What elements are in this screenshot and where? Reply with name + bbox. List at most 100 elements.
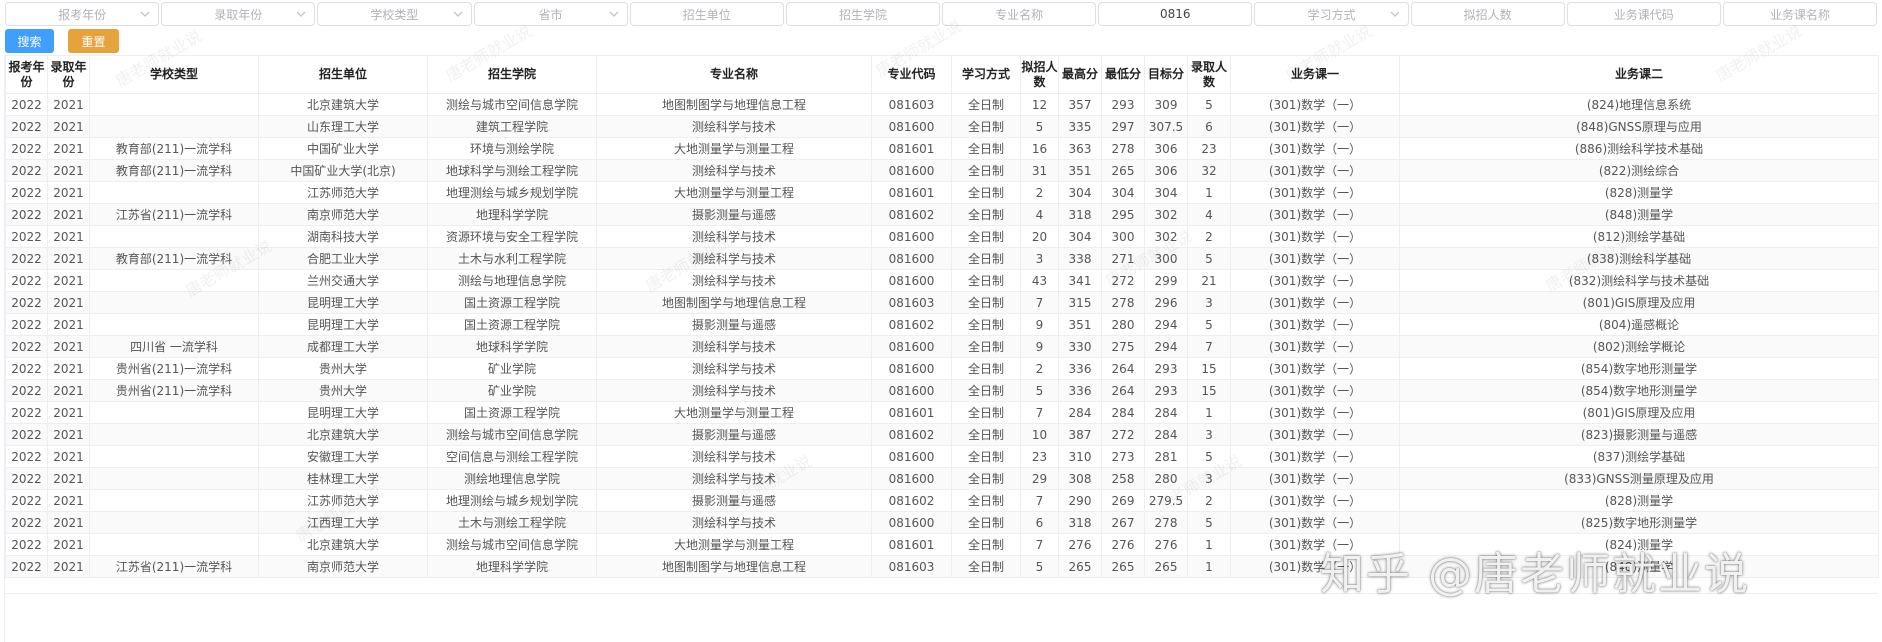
chevron-down-icon bbox=[1390, 11, 1400, 17]
table-cell: (804)遥感概论 bbox=[1399, 313, 1879, 336]
filter-field[interactable]: 录取年份 bbox=[161, 2, 316, 26]
column-header[interactable]: 报考年份 bbox=[5, 55, 48, 94]
column-header[interactable]: 学校类型 bbox=[89, 55, 259, 94]
table-row[interactable]: 2022 2021 昆明理工大学 国土资源工程学院 大地测量学与测量工程 081601 全日… bbox=[5, 401, 1879, 424]
table-cell: 32 bbox=[1187, 159, 1231, 182]
column-header[interactable]: 招生学院 bbox=[427, 55, 597, 94]
table-cell: 成都理工大学 bbox=[258, 335, 428, 358]
table-row[interactable]: 2022 2021 湖南科技大学 资源环境与安全工程学院 测绘科学与技术 081600 全日… bbox=[5, 225, 1879, 248]
table-cell: 国土资源工程学院 bbox=[427, 401, 597, 424]
filter-field[interactable]: 0816 bbox=[1098, 2, 1253, 26]
table-row[interactable]: 2022 2021 四川省 一流学科 成都理工大学 地球科学学院 测绘科学与技术 08160… bbox=[5, 335, 1879, 358]
column-header[interactable]: 拟招人数 bbox=[1020, 55, 1059, 94]
table-cell: (833)GNSS测量原理及应用 bbox=[1399, 467, 1879, 490]
table-cell bbox=[89, 291, 259, 314]
filter-field[interactable]: 拟招人数 bbox=[1410, 2, 1565, 26]
table-cell: 2022 bbox=[5, 379, 48, 402]
table-cell: 昆明理工大学 bbox=[258, 313, 428, 336]
table-cell: (301)数学（一） bbox=[1230, 93, 1400, 116]
filter-field[interactable]: 报考年份 bbox=[5, 2, 160, 26]
table-cell: 北京建筑大学 bbox=[258, 533, 428, 556]
table-cell: 6 bbox=[1187, 115, 1231, 138]
filter-field[interactable]: 招生学院 bbox=[785, 2, 941, 26]
filter-field[interactable]: 学校类型 bbox=[317, 2, 472, 26]
table-cell: 2022 bbox=[5, 423, 48, 446]
table-row[interactable]: 2022 2021 北京建筑大学 测绘与城市空间信息学院 地图制图学与地理信息工程 081… bbox=[5, 93, 1879, 116]
reset-button[interactable]: 重置 bbox=[68, 29, 119, 53]
column-header[interactable]: 专业名称 bbox=[596, 55, 872, 94]
filter-field[interactable]: 省市 bbox=[473, 2, 628, 26]
column-header[interactable]: 最高分 bbox=[1058, 55, 1102, 94]
table-cell: 31 bbox=[1020, 159, 1059, 182]
table-row[interactable]: 2022 2021 教育部(211)一流学科 中国矿业大学(北京) 地球科学与测绘工程学… bbox=[5, 159, 1879, 182]
zhihu-watermark-logo: 知乎 @唐老师就业说 bbox=[1320, 549, 1750, 600]
table-cell: 280 bbox=[1144, 467, 1188, 490]
table-row[interactable]: 2022 2021 贵州省(211)一流学科 贵州大学 矿业学院 测绘科学与技术 08160… bbox=[5, 357, 1879, 380]
table-cell: (301)数学（一） bbox=[1230, 401, 1400, 424]
column-header[interactable]: 目标分 bbox=[1144, 55, 1188, 94]
table-cell: 336 bbox=[1058, 357, 1102, 380]
table-row[interactable]: 2022 2021 安徽理工大学 空间信息与测绘工程学院 测绘科学与技术 081600 全日… bbox=[5, 445, 1879, 468]
table-cell: 2021 bbox=[47, 115, 90, 138]
table-row[interactable]: 2022 2021 江西理工大学 土木与测绘工程学院 测绘科学与技术 081600 全日制 6… bbox=[5, 511, 1879, 534]
table-cell: 15 bbox=[1187, 357, 1231, 380]
table-row[interactable]: 2022 2021 教育部(211)一流学科 中国矿业大学 环境与测绘学院 大地测量学与测… bbox=[5, 137, 1879, 160]
table-cell: 地理测绘与城乡规划学院 bbox=[427, 181, 597, 204]
table-cell bbox=[89, 225, 259, 248]
filter-field[interactable]: 专业名称 bbox=[942, 2, 1097, 26]
filter-field[interactable]: 招生单位 bbox=[629, 2, 784, 26]
table-cell: (301)数学（一） bbox=[1230, 423, 1400, 446]
table-row[interactable]: 2022 2021 教育部(211)一流学科 合肥工业大学 土木与水利工程学院 测绘科学与… bbox=[5, 247, 1879, 270]
filter-placeholder: 专业名称 bbox=[995, 7, 1044, 22]
table-row[interactable]: 2022 2021 贵州省(211)一流学科 贵州大学 矿业学院 测绘科学与技术 08160… bbox=[5, 379, 1879, 402]
table-row[interactable]: 2022 2021 江苏省(211)一流学科 南京师范大学 地理科学学院 摄影测量与遥感 0… bbox=[5, 203, 1879, 226]
table-cell bbox=[89, 181, 259, 204]
table-cell: (301)数学（一） bbox=[1230, 291, 1400, 314]
table-row[interactable]: 2022 2021 山东理工大学 建筑工程学院 测绘科学与技术 081600 全日制 5 335… bbox=[5, 115, 1879, 138]
column-header[interactable]: 业务课一 bbox=[1230, 55, 1400, 94]
table-cell: 全日制 bbox=[951, 445, 1021, 468]
column-header[interactable]: 业务课二 bbox=[1399, 55, 1879, 94]
table-cell: 081602 bbox=[871, 203, 952, 226]
table-cell: 大地测量学与测量工程 bbox=[596, 533, 872, 556]
search-button[interactable]: 搜索 bbox=[5, 29, 54, 53]
column-header[interactable]: 录取年份 bbox=[47, 55, 90, 94]
table-row[interactable]: 2022 2021 昆明理工大学 国土资源工程学院 地图制图学与地理信息工程 081603… bbox=[5, 291, 1879, 314]
table-cell: 2022 bbox=[5, 555, 48, 578]
table-cell: 7 bbox=[1020, 533, 1059, 556]
table-cell: 276 bbox=[1144, 533, 1188, 556]
table-body: 2022 2021 北京建筑大学 测绘与城市空间信息学院 地图制图学与地理信息工程 081… bbox=[5, 93, 1879, 578]
table-cell: 全日制 bbox=[951, 401, 1021, 424]
column-header[interactable]: 专业代码 bbox=[871, 55, 952, 94]
table-row[interactable]: 2022 2021 桂林理工大学 测绘地理信息学院 测绘科学与技术 081600 全日制 29… bbox=[5, 467, 1879, 490]
table-cell: 2022 bbox=[5, 467, 48, 490]
table-row[interactable]: 2022 2021 江苏师范大学 地理测绘与城乡规划学院 大地测量学与测量工程 08160… bbox=[5, 181, 1879, 204]
column-header[interactable]: 录取人数 bbox=[1187, 55, 1231, 94]
table-cell: (838)测绘科学基础 bbox=[1399, 247, 1879, 270]
table-cell: 大地测量学与测量工程 bbox=[596, 137, 872, 160]
filter-placeholder: 业务课名称 bbox=[1769, 7, 1830, 22]
table-cell: (824)地理信息系统 bbox=[1399, 93, 1879, 116]
table-cell: 测绘科学与技术 bbox=[596, 115, 872, 138]
table-row[interactable]: 2022 2021 兰州交通大学 测绘与地理信息学院 测绘科学与技术 081600 全日制 4… bbox=[5, 269, 1879, 292]
column-header[interactable]: 招生单位 bbox=[258, 55, 428, 94]
table-cell: 江苏师范大学 bbox=[258, 489, 428, 512]
table-cell: 081603 bbox=[871, 291, 952, 314]
column-header[interactable]: 最低分 bbox=[1101, 55, 1145, 94]
table-cell: 2022 bbox=[5, 357, 48, 380]
table-cell: 5 bbox=[1187, 511, 1231, 534]
column-header[interactable]: 学习方式 bbox=[951, 55, 1021, 94]
table-cell: 教育部(211)一流学科 bbox=[89, 137, 259, 160]
table-cell: 地球科学与测绘工程学院 bbox=[427, 159, 597, 182]
table-cell: 2021 bbox=[47, 357, 90, 380]
table-cell: 贵州大学 bbox=[258, 379, 428, 402]
table-cell: 全日制 bbox=[951, 533, 1021, 556]
filter-field[interactable]: 业务课名称 bbox=[1722, 2, 1878, 26]
table-cell: 全日制 bbox=[951, 203, 1021, 226]
table-cell: (301)数学（一） bbox=[1230, 203, 1400, 226]
filter-field[interactable]: 学习方式 bbox=[1254, 2, 1409, 26]
filter-field[interactable]: 业务课代码 bbox=[1566, 2, 1721, 26]
table-row[interactable]: 2022 2021 昆明理工大学 国土资源工程学院 摄影测量与遥感 081602 全日制 9 3… bbox=[5, 313, 1879, 336]
table-row[interactable]: 2022 2021 北京建筑大学 测绘与城市空间信息学院 摄影测量与遥感 081602 全日… bbox=[5, 423, 1879, 446]
table-row[interactable]: 2022 2021 江苏师范大学 地理测绘与城乡规划学院 摄影测量与遥感 081602 全日… bbox=[5, 489, 1879, 512]
